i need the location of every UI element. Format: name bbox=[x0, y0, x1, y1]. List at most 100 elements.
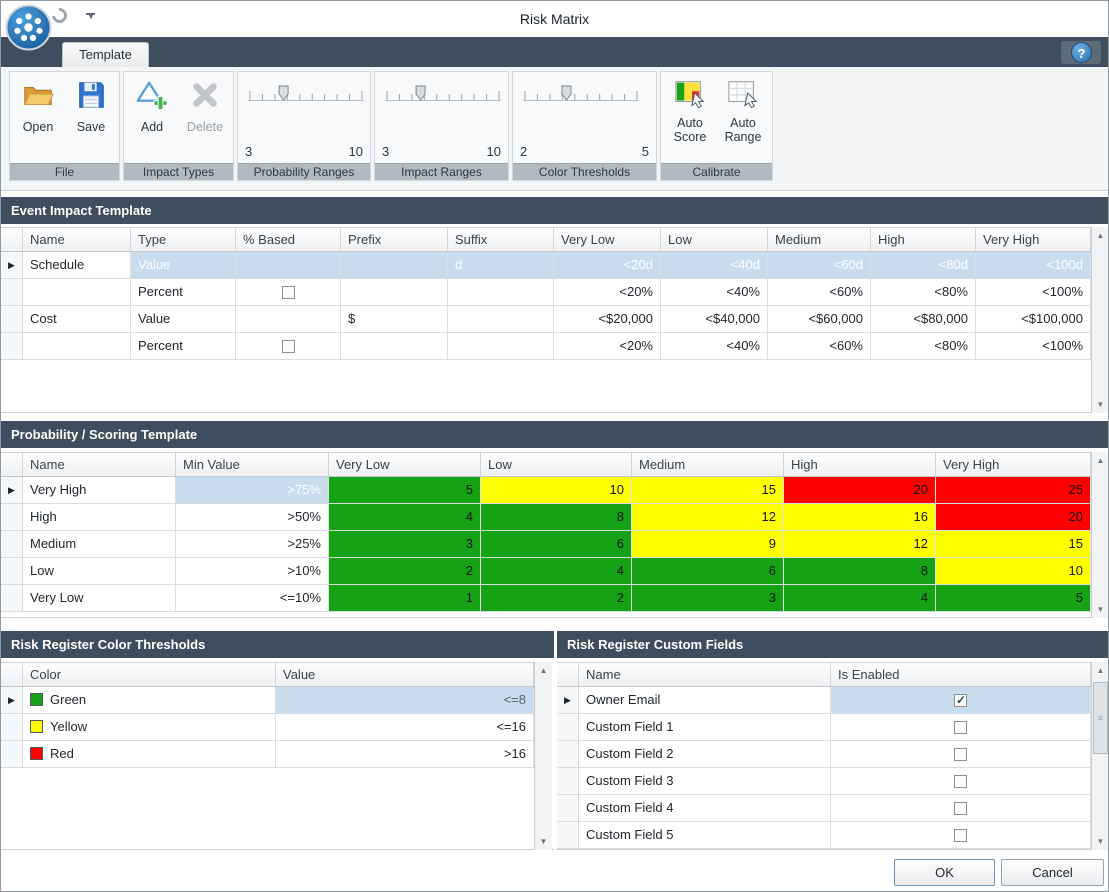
grid-cell[interactable]: <60% bbox=[768, 333, 871, 359]
checkbox-cell[interactable] bbox=[831, 687, 1091, 713]
impact-ranges-slider[interactable] bbox=[381, 80, 502, 115]
open-button[interactable]: Open bbox=[12, 76, 65, 135]
column-header[interactable]: Very High bbox=[936, 453, 1091, 476]
table-row[interactable]: Percent<20%<40%<60%<80%<100% bbox=[1, 279, 1091, 306]
table-row[interactable]: ▶ScheduleValued<20d<40d<60d<80d<100d bbox=[1, 252, 1091, 279]
table-row[interactable]: Low>10%246810 bbox=[1, 558, 1091, 585]
row-selector[interactable] bbox=[557, 822, 579, 848]
table-row[interactable]: High>50%48121620 bbox=[1, 504, 1091, 531]
row-selector[interactable] bbox=[557, 795, 579, 821]
checkbox[interactable] bbox=[954, 748, 967, 761]
table-row[interactable]: Custom Field 5 bbox=[557, 822, 1091, 849]
grid-cell[interactable]: Percent bbox=[131, 279, 236, 305]
column-header[interactable]: Color bbox=[23, 663, 276, 686]
checkbox[interactable] bbox=[282, 340, 295, 353]
column-header[interactable]: Is Enabled bbox=[831, 663, 1091, 686]
checkbox-cell[interactable] bbox=[831, 714, 1091, 740]
grid-cell[interactable] bbox=[341, 252, 448, 278]
grid-cell[interactable]: <20d bbox=[554, 252, 661, 278]
grid-cell[interactable]: Custom Field 4 bbox=[579, 795, 831, 821]
scroll-up-arrow[interactable]: ▲ bbox=[1092, 227, 1109, 244]
grid-cell[interactable]: <$40,000 bbox=[661, 306, 768, 332]
app-logo-icon[interactable] bbox=[5, 4, 52, 51]
grid-cell[interactable]: Medium bbox=[23, 531, 176, 557]
grid-cell[interactable]: <=16 bbox=[276, 714, 534, 740]
grid-cell[interactable] bbox=[23, 279, 131, 305]
grid-cell[interactable] bbox=[236, 252, 341, 278]
grid-cell[interactable]: 3 bbox=[329, 531, 481, 557]
row-selector[interactable]: ▶ bbox=[1, 477, 23, 503]
grid-cell[interactable]: <100% bbox=[976, 279, 1091, 305]
checkbox-cell[interactable] bbox=[831, 795, 1091, 821]
probability-ranges-slider[interactable] bbox=[244, 80, 364, 115]
grid-cell[interactable]: Very Low bbox=[23, 585, 176, 611]
checkbox-cell[interactable] bbox=[831, 768, 1091, 794]
row-selector[interactable] bbox=[1, 558, 23, 584]
row-selector[interactable] bbox=[1, 714, 23, 740]
grid-cell[interactable]: 20 bbox=[784, 477, 936, 503]
grid-cell[interactable]: Custom Field 5 bbox=[579, 822, 831, 848]
grid-cell[interactable] bbox=[448, 279, 554, 305]
grid-cell[interactable] bbox=[236, 306, 341, 332]
table-row[interactable]: CostValue$<$20,000<$40,000<$60,000<$80,0… bbox=[1, 306, 1091, 333]
column-header[interactable]: Name bbox=[23, 453, 176, 476]
grid-cell[interactable]: d bbox=[448, 252, 554, 278]
checkbox-cell[interactable] bbox=[831, 741, 1091, 767]
grid-cell[interactable]: Cost bbox=[23, 306, 131, 332]
grid-cell[interactable]: 10 bbox=[936, 558, 1091, 584]
table-row[interactable]: Custom Field 2 bbox=[557, 741, 1091, 768]
grid-cell[interactable]: 5 bbox=[329, 477, 481, 503]
table-row[interactable]: Red>16 bbox=[1, 741, 534, 768]
column-header[interactable]: Value bbox=[276, 663, 534, 686]
checkbox[interactable] bbox=[954, 802, 967, 815]
grid-cell[interactable]: 25 bbox=[936, 477, 1091, 503]
scroll-down-arrow[interactable]: ▼ bbox=[1092, 396, 1109, 413]
grid-cell[interactable]: 3 bbox=[632, 585, 784, 611]
grid-cell[interactable]: Low bbox=[23, 558, 176, 584]
grid-cell[interactable]: Percent bbox=[131, 333, 236, 359]
delete-button[interactable]: Delete bbox=[179, 76, 232, 135]
grid-cell[interactable] bbox=[341, 279, 448, 305]
grid-cell[interactable]: <$20,000 bbox=[554, 306, 661, 332]
grid-cell[interactable]: 2 bbox=[329, 558, 481, 584]
grid-cell[interactable]: 1 bbox=[329, 585, 481, 611]
column-header[interactable]: Low bbox=[481, 453, 632, 476]
color-cell[interactable]: Green bbox=[23, 687, 276, 713]
grid-cell[interactable]: <60% bbox=[768, 279, 871, 305]
grid-cell[interactable]: <80d bbox=[871, 252, 976, 278]
color-thresholds-scrollbar[interactable]: ▲ ▼ bbox=[534, 662, 552, 850]
row-selector[interactable] bbox=[557, 768, 579, 794]
table-row[interactable]: Custom Field 3 bbox=[557, 768, 1091, 795]
grid-cell[interactable]: >16 bbox=[276, 741, 534, 767]
table-row[interactable]: Custom Field 1 bbox=[557, 714, 1091, 741]
grid-cell[interactable]: <100% bbox=[976, 333, 1091, 359]
table-row[interactable]: Percent<20%<40%<60%<80%<100% bbox=[1, 333, 1091, 360]
row-selector[interactable] bbox=[1, 531, 23, 557]
column-header[interactable]: Prefix bbox=[341, 228, 448, 251]
column-header[interactable]: % Based bbox=[236, 228, 341, 251]
row-selector[interactable] bbox=[1, 279, 23, 305]
checkbox[interactable] bbox=[954, 721, 967, 734]
checkbox[interactable] bbox=[954, 775, 967, 788]
grid-cell[interactable]: $ bbox=[341, 306, 448, 332]
grid-cell[interactable]: 12 bbox=[632, 504, 784, 530]
grid-cell[interactable]: >50% bbox=[176, 504, 329, 530]
grid-cell[interactable] bbox=[23, 333, 131, 359]
row-selector[interactable] bbox=[557, 741, 579, 767]
table-row[interactable]: Medium>25%3691215 bbox=[1, 531, 1091, 558]
grid-cell[interactable]: 16 bbox=[784, 504, 936, 530]
grid-cell[interactable]: <$100,000 bbox=[976, 306, 1091, 332]
scroll-up-arrow[interactable]: ▲ bbox=[1092, 662, 1109, 679]
column-header[interactable]: Very Low bbox=[329, 453, 481, 476]
quick-access-dropdown[interactable]: ▼ bbox=[86, 13, 96, 21]
column-header[interactable]: High bbox=[871, 228, 976, 251]
grid-cell[interactable]: 2 bbox=[481, 585, 632, 611]
grid-cell[interactable]: 4 bbox=[329, 504, 481, 530]
grid-cell[interactable]: High bbox=[23, 504, 176, 530]
grid-cell[interactable] bbox=[448, 306, 554, 332]
grid-cell[interactable]: 12 bbox=[784, 531, 936, 557]
column-header[interactable]: High bbox=[784, 453, 936, 476]
ok-button[interactable]: OK bbox=[894, 859, 995, 886]
grid-cell[interactable]: <40% bbox=[661, 279, 768, 305]
grid-cell[interactable]: Very High bbox=[23, 477, 176, 503]
